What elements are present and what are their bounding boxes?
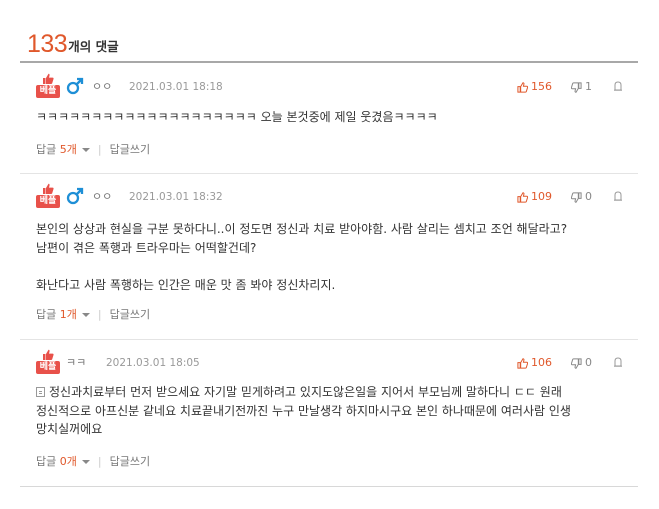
downvote-button[interactable]: 1 — [571, 80, 592, 94]
upvote-count: 109 — [531, 190, 552, 203]
document-icon — [36, 387, 45, 397]
best-badge-label: 베플 — [36, 195, 60, 208]
thumbs-down-icon — [571, 81, 582, 93]
comment-count-suffix: 개의 댓글 — [68, 39, 119, 54]
reply-count: 5개 — [59, 143, 77, 156]
reply-count: 0개 — [59, 455, 77, 468]
comment-item: 베플 ㅇㅇ 2021.03.01 18:18 156 1 ㅋㅋㅋㅋㅋㅋㅋㅋㅋㅋㅋ… — [20, 63, 638, 174]
upvote-count: 106 — [531, 356, 552, 369]
upvote-button[interactable]: 106 — [517, 356, 552, 370]
upvote-button[interactable]: 156 — [517, 80, 552, 94]
comment-nickname[interactable]: ㅇㅇ — [92, 190, 112, 204]
downvote-button[interactable]: 0 — [571, 190, 592, 204]
report-icon[interactable] — [613, 81, 623, 91]
reply-label: 답글 — [36, 308, 57, 321]
write-reply-button[interactable]: 답글쓰기 — [110, 455, 150, 469]
thumbs-up-icon — [43, 73, 54, 84]
downvote-count: 0 — [585, 190, 592, 203]
thumbs-up-icon — [517, 81, 528, 93]
comment-list: 베플 ㅇㅇ 2021.03.01 18:18 156 1 ㅋㅋㅋㅋㅋㅋㅋㅋㅋㅋㅋ… — [20, 61, 638, 487]
report-icon[interactable] — [613, 191, 623, 201]
thumbs-up-icon — [43, 349, 54, 360]
chevron-down-icon — [81, 313, 90, 317]
divider: | — [97, 143, 102, 156]
divider: | — [97, 455, 102, 468]
reply-toggle[interactable]: 답글 1개 | 답글쓰기 — [36, 308, 150, 322]
write-reply-button[interactable]: 답글쓰기 — [110, 308, 150, 322]
comment-text: 정신과치료부터 먼저 받으세요 자기말 믿게하려고 있지도않은일을 지어서 부모… — [36, 385, 571, 436]
divider: | — [97, 308, 102, 321]
best-badge: 베플 — [36, 183, 60, 209]
comments-header: 133 개의 댓글 — [27, 26, 119, 58]
best-badge-label: 베플 — [36, 85, 60, 98]
comment-timestamp: 2021.03.01 18:32 — [129, 191, 223, 203]
write-reply-button[interactable]: 답글쓰기 — [110, 143, 150, 157]
reply-label: 답글 — [36, 143, 57, 156]
best-badge-label: 베플 — [36, 361, 60, 374]
reply-label: 답글 — [36, 455, 57, 468]
male-icon — [66, 187, 84, 205]
comment-nickname[interactable]: ㅇㅇ — [92, 80, 112, 94]
comment-nickname[interactable]: ㅋㅋ — [66, 356, 86, 370]
comment-timestamp: 2021.03.01 18:18 — [129, 81, 223, 93]
reply-toggle[interactable]: 답글 5개 | 답글쓰기 — [36, 143, 150, 157]
comment-timestamp: 2021.03.01 18:05 — [106, 357, 200, 369]
thumbs-down-icon — [571, 191, 582, 203]
report-icon[interactable] — [613, 357, 623, 367]
chevron-down-icon — [81, 460, 90, 464]
comment-count: 133 — [27, 30, 68, 58]
comment-body: 정신과치료부터 먼저 받으세요 자기말 믿게하려고 있지도않은일을 지어서 부모… — [36, 383, 626, 439]
best-badge: 베플 — [36, 349, 60, 375]
downvote-button[interactable]: 0 — [571, 356, 592, 370]
upvote-button[interactable]: 109 — [517, 190, 552, 204]
reply-count: 1개 — [59, 308, 77, 321]
downvote-count: 0 — [585, 356, 592, 369]
downvote-count: 1 — [585, 80, 592, 93]
comment-item: 베플 ㅋㅋ 2021.03.01 18:05 106 0 정신과치료부터 먼저 … — [20, 339, 638, 485]
thumbs-down-icon — [571, 357, 582, 369]
thumbs-up-icon — [517, 357, 528, 369]
thumbs-up-icon — [43, 183, 54, 194]
reply-toggle[interactable]: 답글 0개 | 답글쓰기 — [36, 455, 150, 469]
comment-text: ㅋㅋㅋㅋㅋㅋㅋㅋㅋㅋㅋㅋㅋㅋㅋㅋㅋㅋㅋㅋ 오늘 본것중에 제일 웃겼음ㅋㅋㅋㅋ — [36, 110, 438, 124]
chevron-down-icon — [81, 148, 90, 152]
comment-item: 베플 ㅇㅇ 2021.03.01 18:32 109 0 본인의 상상과 현실을… — [20, 173, 638, 340]
upvote-count: 156 — [531, 80, 552, 93]
male-icon — [66, 77, 84, 95]
best-badge: 베플 — [36, 73, 60, 99]
comment-text: 본인의 상상과 현실을 구분 못하다니..이 정도면 정신과 치료 받아야함. … — [36, 222, 568, 292]
thumbs-up-icon — [517, 191, 528, 203]
